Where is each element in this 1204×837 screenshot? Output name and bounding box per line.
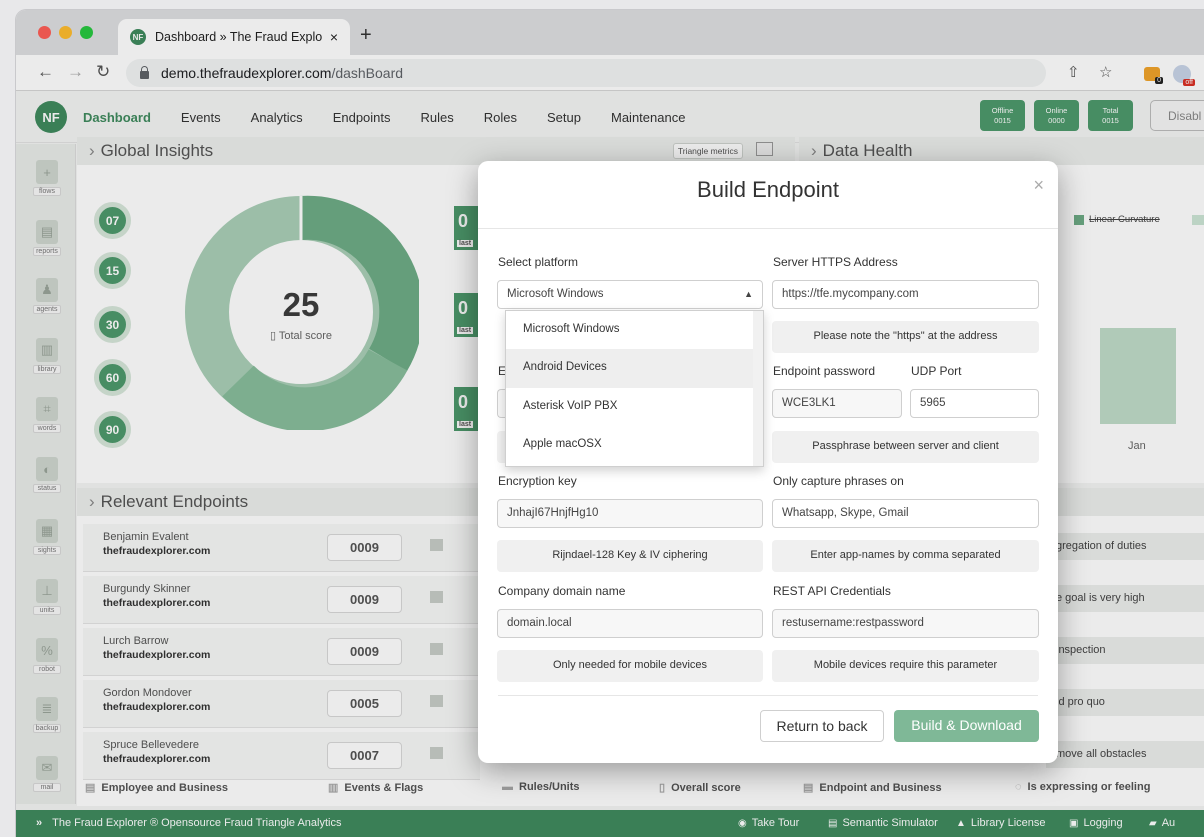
dropdown-option[interactable]: Asterisk VoIP PBX bbox=[506, 388, 754, 427]
rest-credentials-label: REST API Credentials bbox=[773, 584, 891, 598]
udp-port-label: UDP Port bbox=[911, 364, 962, 378]
capture-note: Enter app-names by comma separated bbox=[772, 540, 1039, 572]
dropdown-option[interactable]: Microsoft Windows bbox=[506, 311, 754, 350]
encryption-key-input[interactable]: JnhajI67HnjfHg10 bbox=[497, 499, 763, 528]
capture-phrases-input[interactable]: Whatsapp, Skype, Gmail bbox=[772, 499, 1039, 528]
modal-title: Build Endpoint bbox=[697, 177, 839, 202]
divider bbox=[498, 695, 1038, 696]
company-domain-label: Company domain name bbox=[498, 584, 626, 598]
chevron-up-icon: ▲ bbox=[744, 289, 753, 299]
passphrase-note: Passphrase between server and client bbox=[772, 431, 1039, 463]
platform-select[interactable]: Microsoft Windows ▲ bbox=[497, 280, 763, 309]
dropdown-scrollbar[interactable] bbox=[753, 311, 763, 466]
encryption-key-label: Encryption key bbox=[498, 474, 577, 488]
close-icon[interactable]: × bbox=[1033, 175, 1044, 196]
endpoint-password-label: Endpoint password bbox=[773, 364, 876, 378]
server-address-label: Server HTTPS Address bbox=[773, 255, 898, 269]
build-download-button[interactable]: Build & Download bbox=[894, 710, 1039, 742]
platform-dropdown-list: Microsoft Windows Android Devices Asteri… bbox=[505, 310, 764, 467]
select-platform-label: Select platform bbox=[498, 255, 579, 269]
dropdown-option[interactable]: Android Devices bbox=[506, 349, 754, 388]
rest-credentials-input[interactable]: restusername:restpassword bbox=[772, 609, 1039, 638]
udp-port-input[interactable]: 5965 bbox=[910, 389, 1039, 418]
return-button[interactable]: Return to back bbox=[760, 710, 884, 742]
capture-phrases-label: Only capture phrases on bbox=[773, 474, 904, 488]
domain-note: Only needed for mobile devices bbox=[497, 650, 763, 682]
server-note: Please note the "https" at the address bbox=[772, 321, 1039, 353]
divider bbox=[478, 228, 1058, 229]
company-domain-input[interactable]: domain.local bbox=[497, 609, 763, 638]
endpoint-password-input[interactable]: WCE3LK1 bbox=[772, 389, 902, 418]
platform-select-value: Microsoft Windows bbox=[507, 288, 604, 300]
rest-note: Mobile devices require this parameter bbox=[772, 650, 1039, 682]
encryption-note: Rijndael-128 Key & IV ciphering bbox=[497, 540, 763, 572]
server-address-input[interactable]: https://tfe.mycompany.com bbox=[772, 280, 1039, 309]
dropdown-option[interactable]: Apple macOSX bbox=[506, 426, 754, 465]
